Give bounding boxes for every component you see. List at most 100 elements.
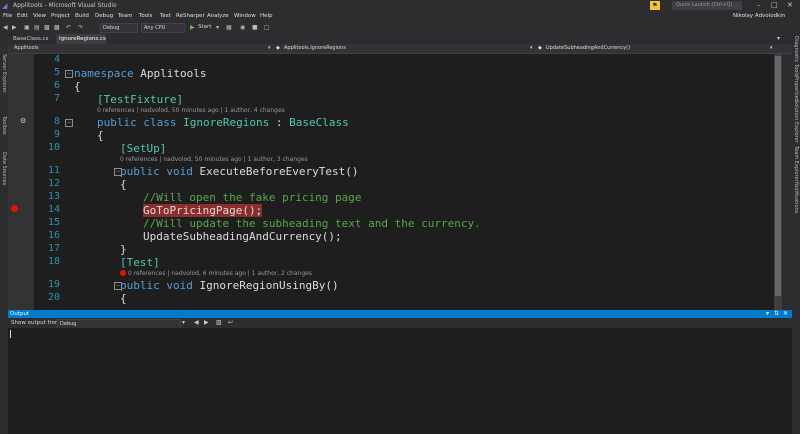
output-close-icon[interactable]: ✕ [783, 310, 788, 318]
bookmark-icon[interactable]: ■ [252, 24, 258, 31]
clear-all-icon[interactable]: ▨ [216, 319, 222, 326]
back-icon[interactable]: ◀ [3, 24, 8, 31]
line-number: 13 [47, 191, 60, 202]
menu-build[interactable]: Build [75, 13, 89, 19]
toolbar: ◀ ▶ ▣ ▤ ▩ ▩ ↶ ↷ Debug Any CPU ▶ Start ▾ … [0, 22, 800, 34]
menu-tools[interactable]: Tools [139, 13, 153, 19]
code-line-20[interactable]: { [120, 292, 127, 305]
next-message-icon[interactable]: ▶ [204, 319, 209, 326]
output-toolbar: Show output from: Debug ▾ ◀ ▶ ▨ ↩ [8, 318, 792, 329]
undo-icon[interactable]: ↶ [66, 24, 71, 31]
platform-select[interactable]: Any CPU [141, 23, 185, 33]
right-tool-rail: Diagnostic Tools Properties Solution Exp… [792, 34, 800, 310]
code-line-13[interactable]: //Will open the fake pricing page [143, 191, 362, 204]
start-play-icon[interactable]: ▶ [190, 24, 195, 31]
data-sources-tab[interactable]: Data Sources [1, 152, 7, 185]
code-line-5[interactable]: namespace Applitools [74, 67, 206, 80]
open-file-icon[interactable]: ▤ [34, 24, 40, 31]
class-nav-dropdown[interactable]: Applitools.IgnoreRegions [284, 45, 346, 52]
properties-tab[interactable]: Properties [793, 76, 799, 101]
project-nav-dropdown[interactable]: Applitools [14, 45, 39, 52]
output-dropdown-icon[interactable]: ▾ [766, 310, 769, 318]
menu-help[interactable]: Help [260, 13, 273, 19]
menu-file[interactable]: File [3, 13, 12, 19]
left-tool-rail: Server Explorer Toolbox Data Sources [0, 44, 8, 310]
line-number: 18 [47, 256, 60, 267]
fold-toggle-icon[interactable]: − [65, 119, 73, 127]
code-line-6[interactable]: { [74, 80, 81, 93]
minimize-icon[interactable]: – [757, 1, 761, 9]
menu-resharper[interactable]: ReSharper [176, 13, 205, 19]
output-pin-icon[interactable]: ⇅ [774, 310, 779, 318]
code-line-9[interactable]: { [97, 129, 104, 142]
comment-icon[interactable]: □ [264, 24, 270, 31]
line-number: 5 [53, 67, 60, 78]
code-line-11[interactable]: public void ExecuteBeforeEveryTest() [120, 165, 358, 178]
member-nav-dropdown[interactable]: UpdateSubheadingAndCurrency() [546, 45, 630, 52]
menu-view[interactable]: View [33, 13, 46, 19]
fold-toggle-icon[interactable]: − [65, 70, 73, 78]
notifications-tab[interactable]: Notifications [793, 182, 799, 213]
word-wrap-icon[interactable]: ↩ [228, 319, 233, 326]
code-line-15[interactable]: //Will update the subheading text and th… [143, 217, 481, 230]
editor-vertical-scrollbar[interactable] [774, 54, 782, 310]
menu-project[interactable]: Project [51, 13, 70, 19]
codelens-testfixture[interactable]: 0 references | nadvolod, 50 minutes ago … [97, 107, 285, 114]
user-name[interactable]: Nikolay Advolodkin [733, 13, 785, 19]
start-button[interactable]: Start [198, 24, 211, 30]
line-number: 7 [53, 93, 60, 104]
code-editor[interactable]: ⚙ 4 5 6 7 8 9 10 11 12 13 14 15 16 17 18… [8, 54, 782, 310]
menu-analyze[interactable]: Analyze [207, 13, 229, 19]
menu-window[interactable]: Window [234, 13, 256, 19]
diagnostic-tools-tab[interactable]: Diagnostic Tools [793, 36, 799, 76]
quick-launch-input[interactable]: Quick Launch (Ctrl+Q) [672, 1, 742, 10]
notification-flag-icon[interactable]: ⚑ [650, 1, 660, 10]
code-line-8[interactable]: public class IgnoreRegions : BaseClass [97, 116, 349, 129]
code-line-7[interactable]: [TestFixture] [97, 93, 183, 106]
breakpoint-icon[interactable] [11, 205, 18, 212]
solution-explorer-tab[interactable]: Solution Explorer [793, 100, 799, 143]
prev-message-icon[interactable]: ◀ [194, 319, 199, 326]
tab-ignoreregions[interactable]: IgnoreRegions.cs [56, 34, 106, 44]
server-explorer-tab[interactable]: Server Explorer [1, 54, 7, 93]
codelens-test-text: 0 references | nadvolod, 6 minutes ago |… [128, 270, 312, 277]
menu-team[interactable]: Team [118, 13, 133, 19]
forward-icon[interactable]: ▶ [12, 24, 17, 31]
menu-debug[interactable]: Debug [95, 13, 113, 19]
code-line-19[interactable]: public void IgnoreRegionUsingBy() [120, 279, 339, 292]
class-nav-chevron-icon[interactable]: ▾ [530, 45, 533, 52]
member-nav-chevron-icon[interactable]: ▾ [770, 45, 773, 52]
attach-icon[interactable]: ▦ [226, 24, 232, 31]
find-icon[interactable]: ◉ [240, 24, 245, 31]
code-line-18[interactable]: [Test] [120, 256, 160, 269]
code-line-12[interactable]: { [120, 178, 127, 191]
new-project-icon[interactable]: ▣ [24, 24, 30, 31]
save-icon[interactable]: ▩ [44, 24, 50, 31]
output-source-chevron-icon[interactable]: ▾ [182, 319, 185, 326]
team-explorer-tab[interactable]: Team Explorer [793, 146, 799, 182]
save-all-icon[interactable]: ▩ [54, 24, 60, 31]
output-text-area[interactable] [8, 328, 792, 434]
start-dropdown-icon[interactable]: ▾ [216, 24, 219, 31]
code-line-10[interactable]: [SetUp] [120, 142, 166, 155]
project-nav-chevron-icon[interactable]: ▾ [268, 45, 271, 52]
configuration-select[interactable]: Debug [100, 23, 138, 33]
line-number: 10 [47, 142, 60, 153]
codelens-setup[interactable]: 0 references | nadvolod, 50 minutes ago … [120, 156, 308, 163]
close-icon[interactable]: ✕ [787, 1, 793, 9]
codelens-test[interactable]: 0 references | nadvolod, 6 minutes ago |… [120, 270, 312, 277]
scrollbar-thumb[interactable] [775, 56, 781, 296]
redo-icon[interactable]: ↷ [78, 24, 83, 31]
code-line-16[interactable]: UpdateSubheadingAndCurrency(); [143, 230, 342, 243]
maximize-icon[interactable]: □ [771, 1, 778, 9]
code-line-17[interactable]: } [120, 243, 127, 256]
code-line-14-breakpoint[interactable]: GoToPricingPage(); [143, 204, 263, 217]
output-panel-title: Output [10, 311, 30, 317]
class-gutter-icon[interactable]: ⚙ [20, 117, 26, 125]
menu-test[interactable]: Test [160, 13, 171, 19]
toolbox-tab[interactable]: Toolbox [1, 116, 7, 135]
tab-overflow-icon[interactable]: ▾ [777, 35, 780, 42]
menu-edit[interactable]: Edit [17, 13, 28, 19]
tab-baseclass[interactable]: BaseClass.cs [10, 34, 50, 44]
menu-bar: File Edit View Project Build Debug Team … [0, 12, 800, 22]
